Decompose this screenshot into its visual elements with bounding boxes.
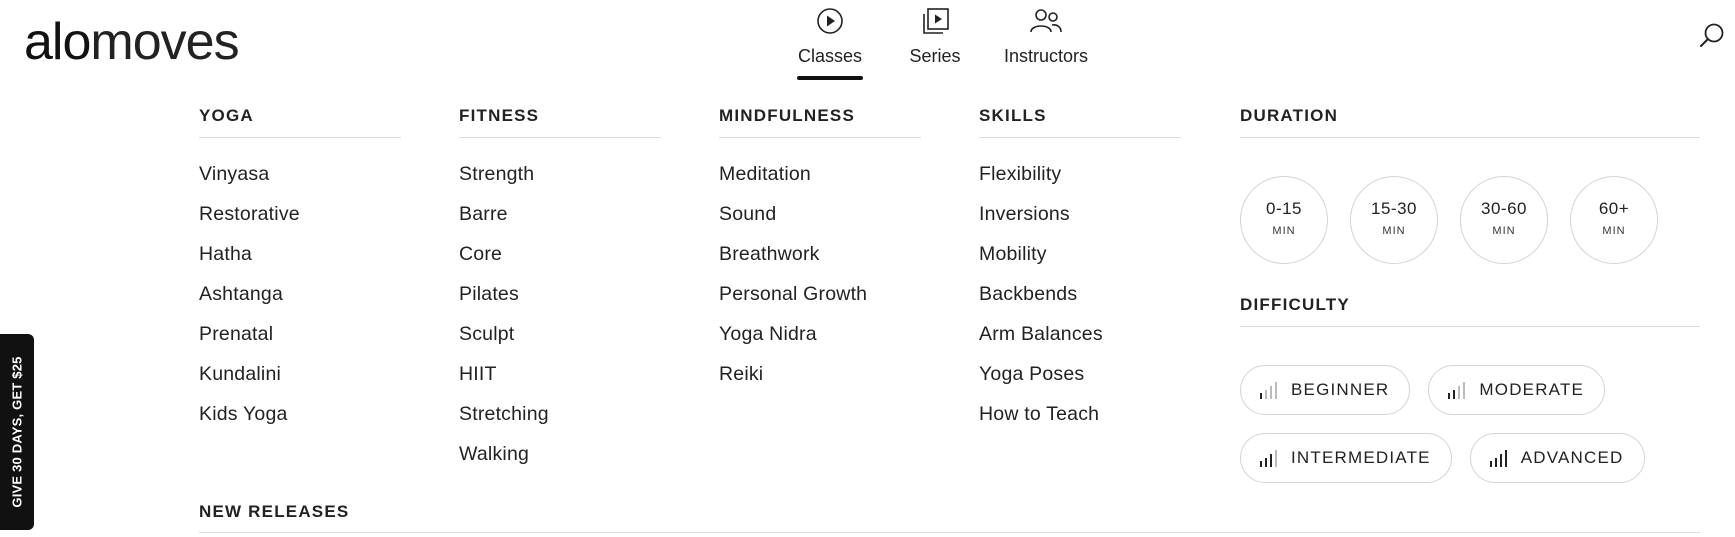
category-link[interactable]: Pilates [459,280,661,320]
referral-tab[interactable]: GIVE 30 DAYS, GET $25 [0,334,34,530]
yoga-heading: YOGA [199,106,401,138]
difficulty-advanced-button[interactable]: ADVANCED [1469,433,1645,483]
mindfulness-heading: MINDFULNESS [719,106,921,138]
category-link[interactable]: Sculpt [459,320,661,360]
duration-value: 30-60 [1481,199,1527,218]
active-tab-underline [797,76,863,80]
duration-value: 0-15 [1265,199,1303,218]
category-link[interactable]: Sound [719,200,921,240]
logo-light: moves [90,13,239,71]
category-link[interactable]: Kids Yoga [199,400,401,440]
difficulty-moderate-button[interactable]: MODERATE [1428,365,1606,415]
difficulty-heading: DIFFICULTY [1240,295,1700,327]
category-link[interactable]: Yoga Poses [979,360,1181,400]
category-link[interactable]: Stretching [459,400,661,440]
duration-unit: MIN [1272,225,1296,237]
category-link[interactable]: Mobility [979,240,1181,280]
category-link[interactable]: Walking [459,440,661,480]
alo-moves-logo[interactable]: alomoves [24,8,240,76]
category-link[interactable]: Strength [459,160,661,200]
difficulty-section: DIFFICULTY BEGINNER MODERATE INTERMEDIAT… [1240,295,1700,501]
category-link[interactable]: Ashtanga [199,280,401,320]
fitness-heading: FITNESS [459,106,661,138]
category-link[interactable]: HIIT [459,360,661,400]
skills-heading: SKILLS [979,106,1181,138]
duration-unit: MIN [1382,225,1406,237]
category-link[interactable]: Backbends [979,280,1181,320]
nav-classes[interactable]: Classes [780,6,880,80]
skills-column: SKILLS Flexibility Inversions Mobility B… [979,106,1181,440]
duration-unit: MIN [1602,225,1626,237]
referral-tab-label: GIVE 30 DAYS, GET $25 [9,356,25,508]
category-link[interactable]: Inversions [979,200,1181,240]
category-link[interactable]: Reiki [719,360,921,400]
category-link[interactable]: Arm Balances [979,320,1181,360]
mindfulness-column: MINDFULNESS Meditation Sound Breathwork … [719,106,921,400]
fitness-column: FITNESS Strength Barre Core Pilates Scul… [459,106,661,480]
signal-bars-icon [1260,450,1277,467]
play-circle-icon [817,8,843,34]
logo-bold: alo [24,13,91,71]
category-link[interactable]: Restorative [199,200,401,240]
nav-classes-label: Classes [797,46,863,66]
nav-series-label: Series [909,46,961,66]
signal-bars-icon [1448,382,1466,399]
category-link[interactable]: Yoga Nidra [719,320,921,360]
duration-value: 15-30 [1371,199,1417,218]
stacked-play-icon [923,8,949,34]
new-releases-section: NEW RELEASES [199,502,1700,533]
duration-unit: MIN [1492,225,1516,237]
category-link[interactable]: Hatha [199,240,401,280]
difficulty-label: ADVANCED [1520,448,1624,467]
category-link[interactable]: How to Teach [979,400,1181,440]
category-link[interactable]: Breathwork [719,240,921,280]
signal-bars-icon [1489,450,1507,467]
category-link[interactable]: Vinyasa [199,160,401,200]
nav-series[interactable]: Series [900,6,970,78]
difficulty-label: INTERMEDIATE [1291,448,1431,467]
duration-heading: DURATION [1240,106,1700,138]
nav-instructors-label: Instructors [1003,46,1089,66]
duration-option[interactable]: 0-15 MIN [1240,176,1328,264]
yoga-column: YOGA Vinyasa Restorative Hatha Ashtanga … [199,106,401,440]
difficulty-beginner-button[interactable]: BEGINNER [1240,365,1411,415]
nav-instructors[interactable]: Instructors [996,6,1096,78]
category-link[interactable]: Personal Growth [719,280,921,320]
category-link[interactable]: Barre [459,200,661,240]
duration-option[interactable]: 15-30 MIN [1350,176,1438,264]
duration-section: DURATION 0-15 MIN 15-30 MIN 30-60 MIN 60… [1240,106,1700,264]
category-link[interactable]: Prenatal [199,320,401,360]
duration-option[interactable]: 30-60 MIN [1460,176,1548,264]
main-nav: Classes Series Instructors [780,6,1096,80]
site-header: alomoves Classes Series Instructors [0,0,1735,80]
difficulty-label: BEGINNER [1291,380,1390,399]
category-link[interactable]: Core [459,240,661,280]
category-link[interactable]: Kundalini [199,360,401,400]
difficulty-intermediate-button[interactable]: INTERMEDIATE [1240,433,1452,483]
people-icon [1030,9,1062,33]
new-releases-heading[interactable]: NEW RELEASES [199,502,1700,533]
signal-bars-icon [1260,382,1277,399]
category-link[interactable]: Flexibility [979,160,1181,200]
search-icon[interactable] [1698,22,1726,50]
difficulty-label: MODERATE [1479,380,1585,399]
duration-value: 60+ [1598,199,1630,218]
duration-option[interactable]: 60+ MIN [1570,176,1658,264]
category-link[interactable]: Meditation [719,160,921,200]
